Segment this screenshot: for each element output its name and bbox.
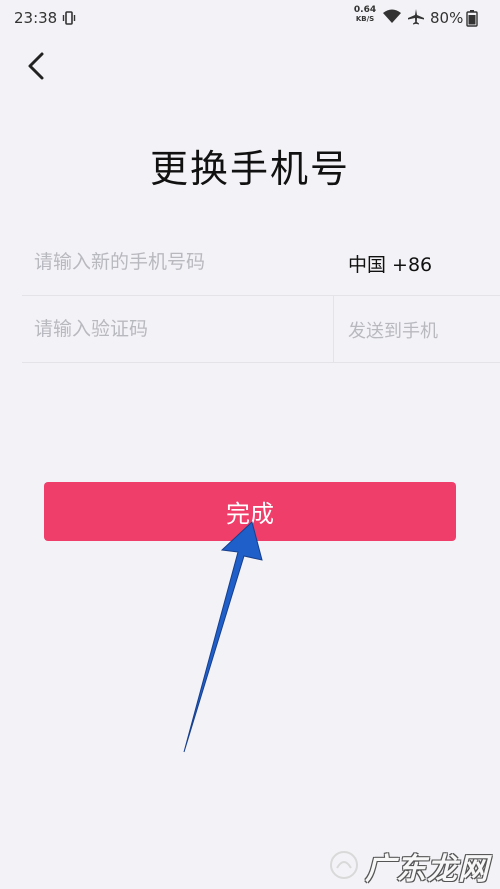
network-speed-value: 0.64 — [353, 5, 377, 15]
divider — [333, 296, 334, 362]
battery-percentage: 80% — [430, 9, 464, 27]
phone-row: 中国 +86 — [22, 229, 500, 296]
complete-button[interactable]: 完成 — [44, 482, 456, 541]
back-arrow-icon — [28, 52, 44, 80]
back-button[interactable] — [18, 46, 58, 86]
vibrate-icon — [62, 10, 76, 30]
page-title: 更换手机号 — [149, 147, 350, 191]
pointer-arrow-icon — [183, 521, 263, 753]
verification-row: 发送到手机 — [22, 296, 500, 363]
watermark-logo-icon — [327, 848, 361, 886]
send-code-button[interactable]: 发送到手机 — [348, 317, 438, 343]
status-bar: 23:38 0.64 KB/S 80% — [0, 0, 500, 36]
verification-code-input[interactable] — [34, 296, 324, 362]
network-speed: 0.64 KB/S — [352, 6, 378, 24]
network-speed-unit: KB/S — [355, 15, 375, 23]
country-code-selector[interactable]: 中国 +86 — [348, 250, 432, 277]
phone-number-input[interactable] — [34, 229, 324, 295]
airplane-icon — [407, 8, 425, 30]
battery-icon — [466, 10, 478, 31]
watermark: 广东龙网 — [365, 852, 489, 887]
status-time: 23:38 — [14, 9, 58, 27]
wifi-icon — [382, 9, 402, 29]
